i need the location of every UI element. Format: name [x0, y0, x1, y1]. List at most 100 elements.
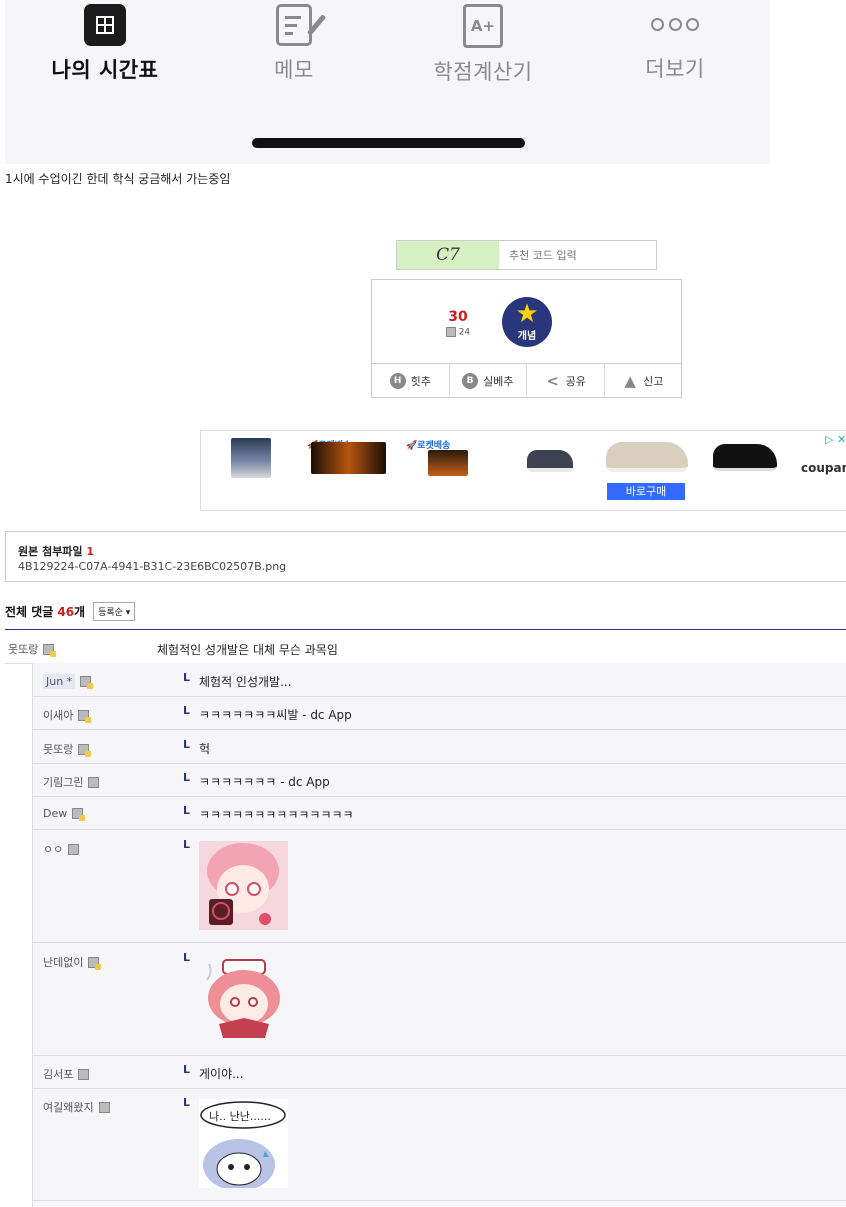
reply-row: 여길왜왔지 L 나.. 난난...... — [33, 1088, 846, 1201]
reply-row: Jun * L 체험적 인성개발... — [33, 663, 846, 697]
star-label: 개념 — [517, 331, 537, 342]
gallog-icon[interactable] — [68, 843, 80, 855]
action-label: 신고 — [643, 374, 664, 388]
dccon-sticker-image — [199, 954, 288, 1043]
reply-row: ㅇㅇ L — [33, 830, 846, 943]
ad-product-3[interactable]: 🚀로켓배송 — [404, 436, 494, 505]
hit-recommend-button[interactable]: H 힛추 — [372, 364, 449, 397]
reply-text: 헉 — [199, 742, 211, 756]
product-image — [606, 442, 688, 472]
reply-arrow-icon: L — [183, 838, 191, 851]
reply-nickname[interactable]: 난데없이 — [43, 954, 102, 970]
fixed-gallog-icon[interactable] — [88, 956, 102, 970]
reply-nickname[interactable]: 이새아 — [43, 707, 92, 723]
star-icon: ★ — [515, 299, 539, 329]
reply-row: 난데없이 L — [33, 943, 846, 1056]
tab-grade-calculator[interactable]: A+ 학점계산기 — [403, 0, 563, 86]
fixed-gallog-icon[interactable] — [78, 709, 92, 723]
fixed-count-value: 24 — [458, 327, 471, 338]
comment-row: 못또랑 체험적인 성개발은 대체 무슨 과목임 — [5, 630, 846, 664]
coupang-ad-banner[interactable]: 🚀로켓배송 🚀로켓배송 바로구매 coupang ▷ ✕ — [200, 430, 846, 511]
reply-nickname[interactable]: Jun * — [43, 674, 94, 689]
fixed-user-icon — [445, 327, 456, 337]
hit-recommend-icon: H — [389, 372, 406, 389]
attachment-file-link[interactable]: 4B129224-C07A-4941-B31C-23E6BC02507B.png — [18, 560, 286, 573]
fixed-gallog-icon[interactable] — [78, 743, 92, 757]
recommend-fixed-count: 24 — [438, 327, 478, 338]
reply-text: ㅋㅋㅋㅋㅋㅋㅋㅋㅋㅋㅋㅋㅋㅋ — [199, 808, 354, 822]
fixed-gallog-icon[interactable] — [80, 676, 94, 689]
reply-nickname[interactable]: 못또랑 — [43, 741, 92, 757]
reply-row: 못또랑 L 헉 — [33, 730, 846, 764]
app-tab-bar-screenshot: 나의 시간표 메모 A+ 학점계산기 더보기 — [5, 0, 770, 164]
siren-icon: ▲ — [624, 371, 636, 390]
reply-nickname[interactable]: 여길왜왔지 — [43, 1099, 110, 1115]
memo-pencil-icon — [276, 4, 327, 46]
timetable-grid-icon — [84, 4, 126, 46]
product-image — [428, 450, 468, 476]
comment-heading: 전체 댓글 — [5, 605, 54, 619]
recommend-code-input[interactable] — [499, 241, 656, 269]
ad-choices-icon[interactable]: ▷ ✕ — [825, 433, 846, 446]
ad-product-2[interactable]: 🚀로켓배송 — [305, 436, 395, 505]
reply-nickname[interactable]: Dew — [43, 807, 86, 821]
reply-row: Dew L ㅋㅋㅋㅋㅋㅋㅋㅋㅋㅋㅋㅋㅋㅋ — [33, 796, 846, 830]
action-label: 실베추 — [483, 374, 514, 388]
ad-product-5[interactable]: 바로구매 — [602, 436, 692, 505]
speech-bubble-text: 나.. 난난...... — [209, 1110, 271, 1123]
reply-nickname[interactable]: ㅇㅇ — [43, 841, 80, 857]
reply-text: ㅋㅋㅋㅋㅋㅋㅋ - dc App — [199, 775, 330, 789]
report-button[interactable]: ▲ 신고 — [603, 364, 682, 397]
tab-memo[interactable]: 메모 — [214, 0, 374, 84]
fixed-gallog-icon[interactable] — [43, 643, 57, 657]
comment-count-unit: 개 — [74, 605, 86, 619]
reply-nickname[interactable]: 김서포 — [43, 1066, 90, 1082]
share-button[interactable]: < 공유 — [526, 364, 604, 397]
reply-arrow-icon: L — [183, 671, 191, 684]
recommend-box: 30 24 ★ 개념 H 힛추 B 실베추 < 공유 ▲ 신고 — [371, 279, 682, 398]
more-dots-icon — [651, 18, 699, 31]
reply-nickname[interactable]: 기림그린 — [43, 774, 100, 790]
reply-row: 김서포 L 게이야... — [33, 1055, 846, 1089]
fixed-gallog-icon[interactable] — [72, 808, 86, 821]
gallog-icon[interactable] — [78, 1068, 90, 1080]
reply-arrow-icon: L — [183, 951, 191, 964]
comment-count: 46 — [57, 604, 75, 619]
reply-arrow-icon: L — [183, 738, 191, 751]
reply-text: 체험적 인성개발... — [199, 675, 292, 689]
product-image — [713, 444, 777, 471]
attachment-box: 원본 첨부파일 1 4B129224-C07A-4941-B31C-23E6BC… — [5, 531, 846, 582]
dccon-sticker-image — [199, 841, 288, 930]
comment-nickname[interactable]: 못또랑 — [8, 641, 57, 657]
recommend-star-button[interactable]: ★ 개념 — [502, 297, 552, 347]
comment-sort-select[interactable]: 등록순 ▾ — [93, 602, 136, 621]
ad-product-6[interactable] — [701, 436, 791, 505]
post-body-text: 1시에 수업이긴 한데 학식 궁금해서 가는중임 — [5, 172, 231, 186]
reply-row: 기림그린 L ㅋㅋㅋㅋㅋㅋㅋ - dc App — [33, 763, 846, 797]
grade-calculator-icon: A+ — [463, 4, 503, 48]
buy-now-button[interactable]: 바로구매 — [607, 483, 685, 500]
ad-product-4[interactable] — [503, 436, 593, 505]
best-recommend-button[interactable]: B 실베추 — [448, 364, 527, 397]
reply-row: 이새아 L ㅋㅋㅋㅋㅋㅋㅋ씨발 - dc App — [33, 696, 846, 730]
action-label: 힛추 — [410, 374, 431, 388]
captcha-image: C7 — [397, 241, 499, 269]
tab-label: 메모 — [274, 58, 314, 82]
recommend-count: 30 24 — [438, 309, 478, 338]
gallog-icon[interactable] — [88, 776, 100, 788]
gallog-icon[interactable] — [98, 1101, 110, 1113]
reply-arrow-icon: L — [183, 704, 191, 717]
reply-arrow-icon: L — [183, 771, 191, 784]
reply-arrow-icon: L — [183, 1063, 191, 1076]
reply-arrow-icon: L — [183, 1096, 191, 1109]
tab-label: 나의 시간표 — [51, 58, 159, 82]
tab-more[interactable]: 더보기 — [595, 0, 755, 83]
tab-label: 학점계산기 — [433, 60, 533, 84]
attachment-heading: 원본 첨부파일 1 — [18, 545, 95, 558]
recommend-up-count: 30 — [448, 309, 468, 325]
tab-my-timetable[interactable]: 나의 시간표 — [25, 0, 185, 84]
share-icon: < — [546, 371, 559, 390]
ad-product-1[interactable] — [207, 436, 297, 505]
home-indicator — [252, 138, 525, 148]
comment-header: 전체 댓글 46 개 등록순 ▾ — [5, 602, 136, 621]
